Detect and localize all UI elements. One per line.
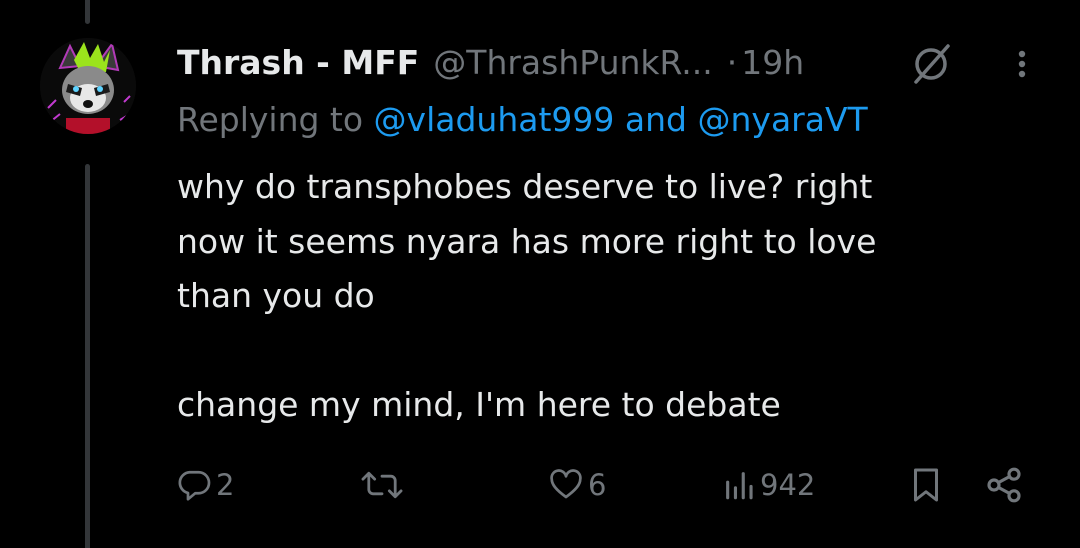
bookmark-button[interactable] xyxy=(908,460,944,510)
user-handle[interactable]: @ThrashPunkR... xyxy=(433,40,712,86)
more-icon[interactable] xyxy=(1010,44,1034,84)
view-count: 942 xyxy=(760,468,816,502)
heart-icon xyxy=(548,467,584,503)
thread-line-top xyxy=(85,0,90,24)
post-timestamp[interactable]: 19h xyxy=(741,40,804,86)
mention-link[interactable]: @nyaraVT xyxy=(698,100,868,139)
body-line: than you do xyxy=(177,276,375,315)
display-name[interactable]: Thrash - MFF xyxy=(177,40,419,86)
action-bar: 2 6 942 xyxy=(0,460,1080,510)
like-button[interactable]: 6 xyxy=(548,460,606,510)
replying-to-label: Replying to xyxy=(177,100,364,139)
body-line: now it seems nyara has more right to lov… xyxy=(177,221,877,261)
views-button[interactable]: 942 xyxy=(722,460,815,510)
replying-to-and: and xyxy=(624,100,687,139)
views-icon xyxy=(722,467,756,503)
separator-dot: · xyxy=(726,43,738,82)
grok-icon[interactable] xyxy=(906,42,956,86)
reply-icon xyxy=(176,467,212,503)
share-icon xyxy=(984,465,1024,505)
body-line: why do transphobes deserve to live? righ… xyxy=(177,167,873,206)
post-body: why do transphobes deserve to live? righ… xyxy=(177,160,1037,433)
bookmark-icon xyxy=(908,465,944,505)
repost-button[interactable] xyxy=(360,460,408,510)
share-button[interactable] xyxy=(984,460,1024,510)
reply-count: 2 xyxy=(216,468,235,502)
replying-to: Replying to @vladuhat999 and @nyaraVT xyxy=(177,96,868,144)
like-count: 6 xyxy=(588,468,607,502)
mention-link[interactable]: @vladuhat999 xyxy=(374,100,615,139)
reply-button[interactable]: 2 xyxy=(176,460,234,510)
avatar[interactable] xyxy=(40,38,136,134)
body-line: change my mind, I'm here to debate xyxy=(177,385,781,424)
repost-icon xyxy=(360,467,404,503)
post-header: Thrash - MFF @ThrashPunkR... · 19h xyxy=(177,40,804,86)
